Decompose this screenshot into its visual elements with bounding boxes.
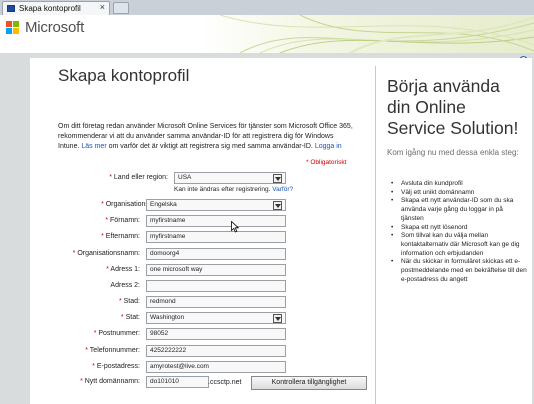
org-language-select[interactable]: Engelska bbox=[146, 199, 286, 211]
list-item: När du skickar in formuläret skickas ett… bbox=[387, 258, 527, 284]
domain-field[interactable]: do101010 bbox=[146, 376, 209, 388]
city-label: * Stad: bbox=[118, 298, 140, 305]
check-availability-button[interactable]: Kontrollera tillgänglighet bbox=[251, 376, 367, 390]
side-panel-title: Börja använda din Online Service Solutio… bbox=[387, 76, 519, 138]
state-label: * Stat: bbox=[120, 314, 140, 321]
why-link[interactable]: Varför? bbox=[272, 186, 293, 193]
browser-tab-bar: Skapa kontoprofil × bbox=[0, 0, 534, 16]
page-favicon-icon bbox=[7, 5, 15, 12]
last-name-label: * Efternamn: bbox=[101, 233, 140, 240]
login-link[interactable]: Logga in bbox=[315, 143, 342, 150]
site-header: Microsoft bbox=[0, 15, 534, 53]
list-item: Skapa ett nytt lösenord bbox=[387, 224, 527, 233]
new-tab-button[interactable] bbox=[113, 2, 129, 14]
address2-label: Adress 2: bbox=[110, 282, 140, 289]
list-item: Avsluta din kundprofil bbox=[387, 180, 527, 189]
header-decoration bbox=[200, 15, 534, 53]
intro-text: Om ditt företag redan använder Microsoft… bbox=[58, 123, 353, 150]
country-hint: Kan inte ändras efter registrering. Varf… bbox=[174, 186, 294, 193]
chevron-down-icon[interactable] bbox=[273, 314, 282, 323]
address2-field[interactable] bbox=[146, 280, 286, 292]
domain-suffix: .ccsctp.net bbox=[208, 379, 242, 386]
postal-code-field[interactable]: 98052 bbox=[146, 328, 286, 340]
list-item: Som tillval kan du välja mellan kontakta… bbox=[387, 232, 527, 258]
address1-label: * Adress 1: bbox=[106, 266, 140, 273]
close-tab-icon[interactable]: × bbox=[100, 2, 105, 12]
country-label: * Land eller region: bbox=[109, 174, 168, 181]
city-field[interactable]: redmond bbox=[146, 296, 286, 308]
address1-field[interactable]: one microsoft way bbox=[146, 264, 286, 276]
panel-divider bbox=[375, 66, 376, 404]
microsoft-logo-icon bbox=[6, 21, 19, 34]
domain-label: * Nytt domännamn: bbox=[80, 378, 140, 385]
first-name-field[interactable]: myfirstname bbox=[146, 215, 286, 227]
brand-name: Microsoft bbox=[25, 19, 85, 36]
page-title: Skapa kontoprofil bbox=[58, 66, 190, 85]
org-name-label: * Organisationsnamn: bbox=[72, 250, 140, 257]
last-name-field[interactable]: myfirstname bbox=[146, 231, 286, 243]
postal-code-label: * Postnummer: bbox=[93, 330, 140, 337]
chevron-down-icon[interactable] bbox=[273, 201, 282, 210]
learn-more-link[interactable]: Läs mer bbox=[81, 143, 106, 150]
phone-field[interactable]: 4252222222 bbox=[146, 345, 286, 357]
browser-tab[interactable]: Skapa kontoprofil × bbox=[2, 1, 110, 15]
org-name-field[interactable]: domoorg4 bbox=[146, 248, 286, 260]
tab-title: Skapa kontoprofil bbox=[19, 4, 81, 13]
email-label: * E-postadress: bbox=[92, 363, 140, 370]
steps-list: Avsluta din kundprofil Välj ett unikt do… bbox=[387, 180, 527, 284]
mouse-cursor-icon bbox=[231, 221, 239, 233]
first-name-label: * Förnamn: bbox=[105, 217, 140, 224]
email-field[interactable]: amyrotest@live.com bbox=[146, 361, 286, 373]
state-select[interactable]: Washington bbox=[146, 312, 286, 324]
country-select[interactable]: USA bbox=[174, 172, 286, 184]
list-item: Välj ett unikt domännamn bbox=[387, 189, 527, 198]
side-panel-subtitle: Kom igång nu med dessa enkla steg: bbox=[387, 148, 519, 157]
phone-label: * Telefonnummer: bbox=[85, 347, 140, 354]
list-item: Skapa ett nytt användar-ID som du ska an… bbox=[387, 197, 527, 223]
required-note: * Obligatoriskt bbox=[306, 159, 347, 166]
chevron-down-icon[interactable] bbox=[273, 174, 282, 183]
